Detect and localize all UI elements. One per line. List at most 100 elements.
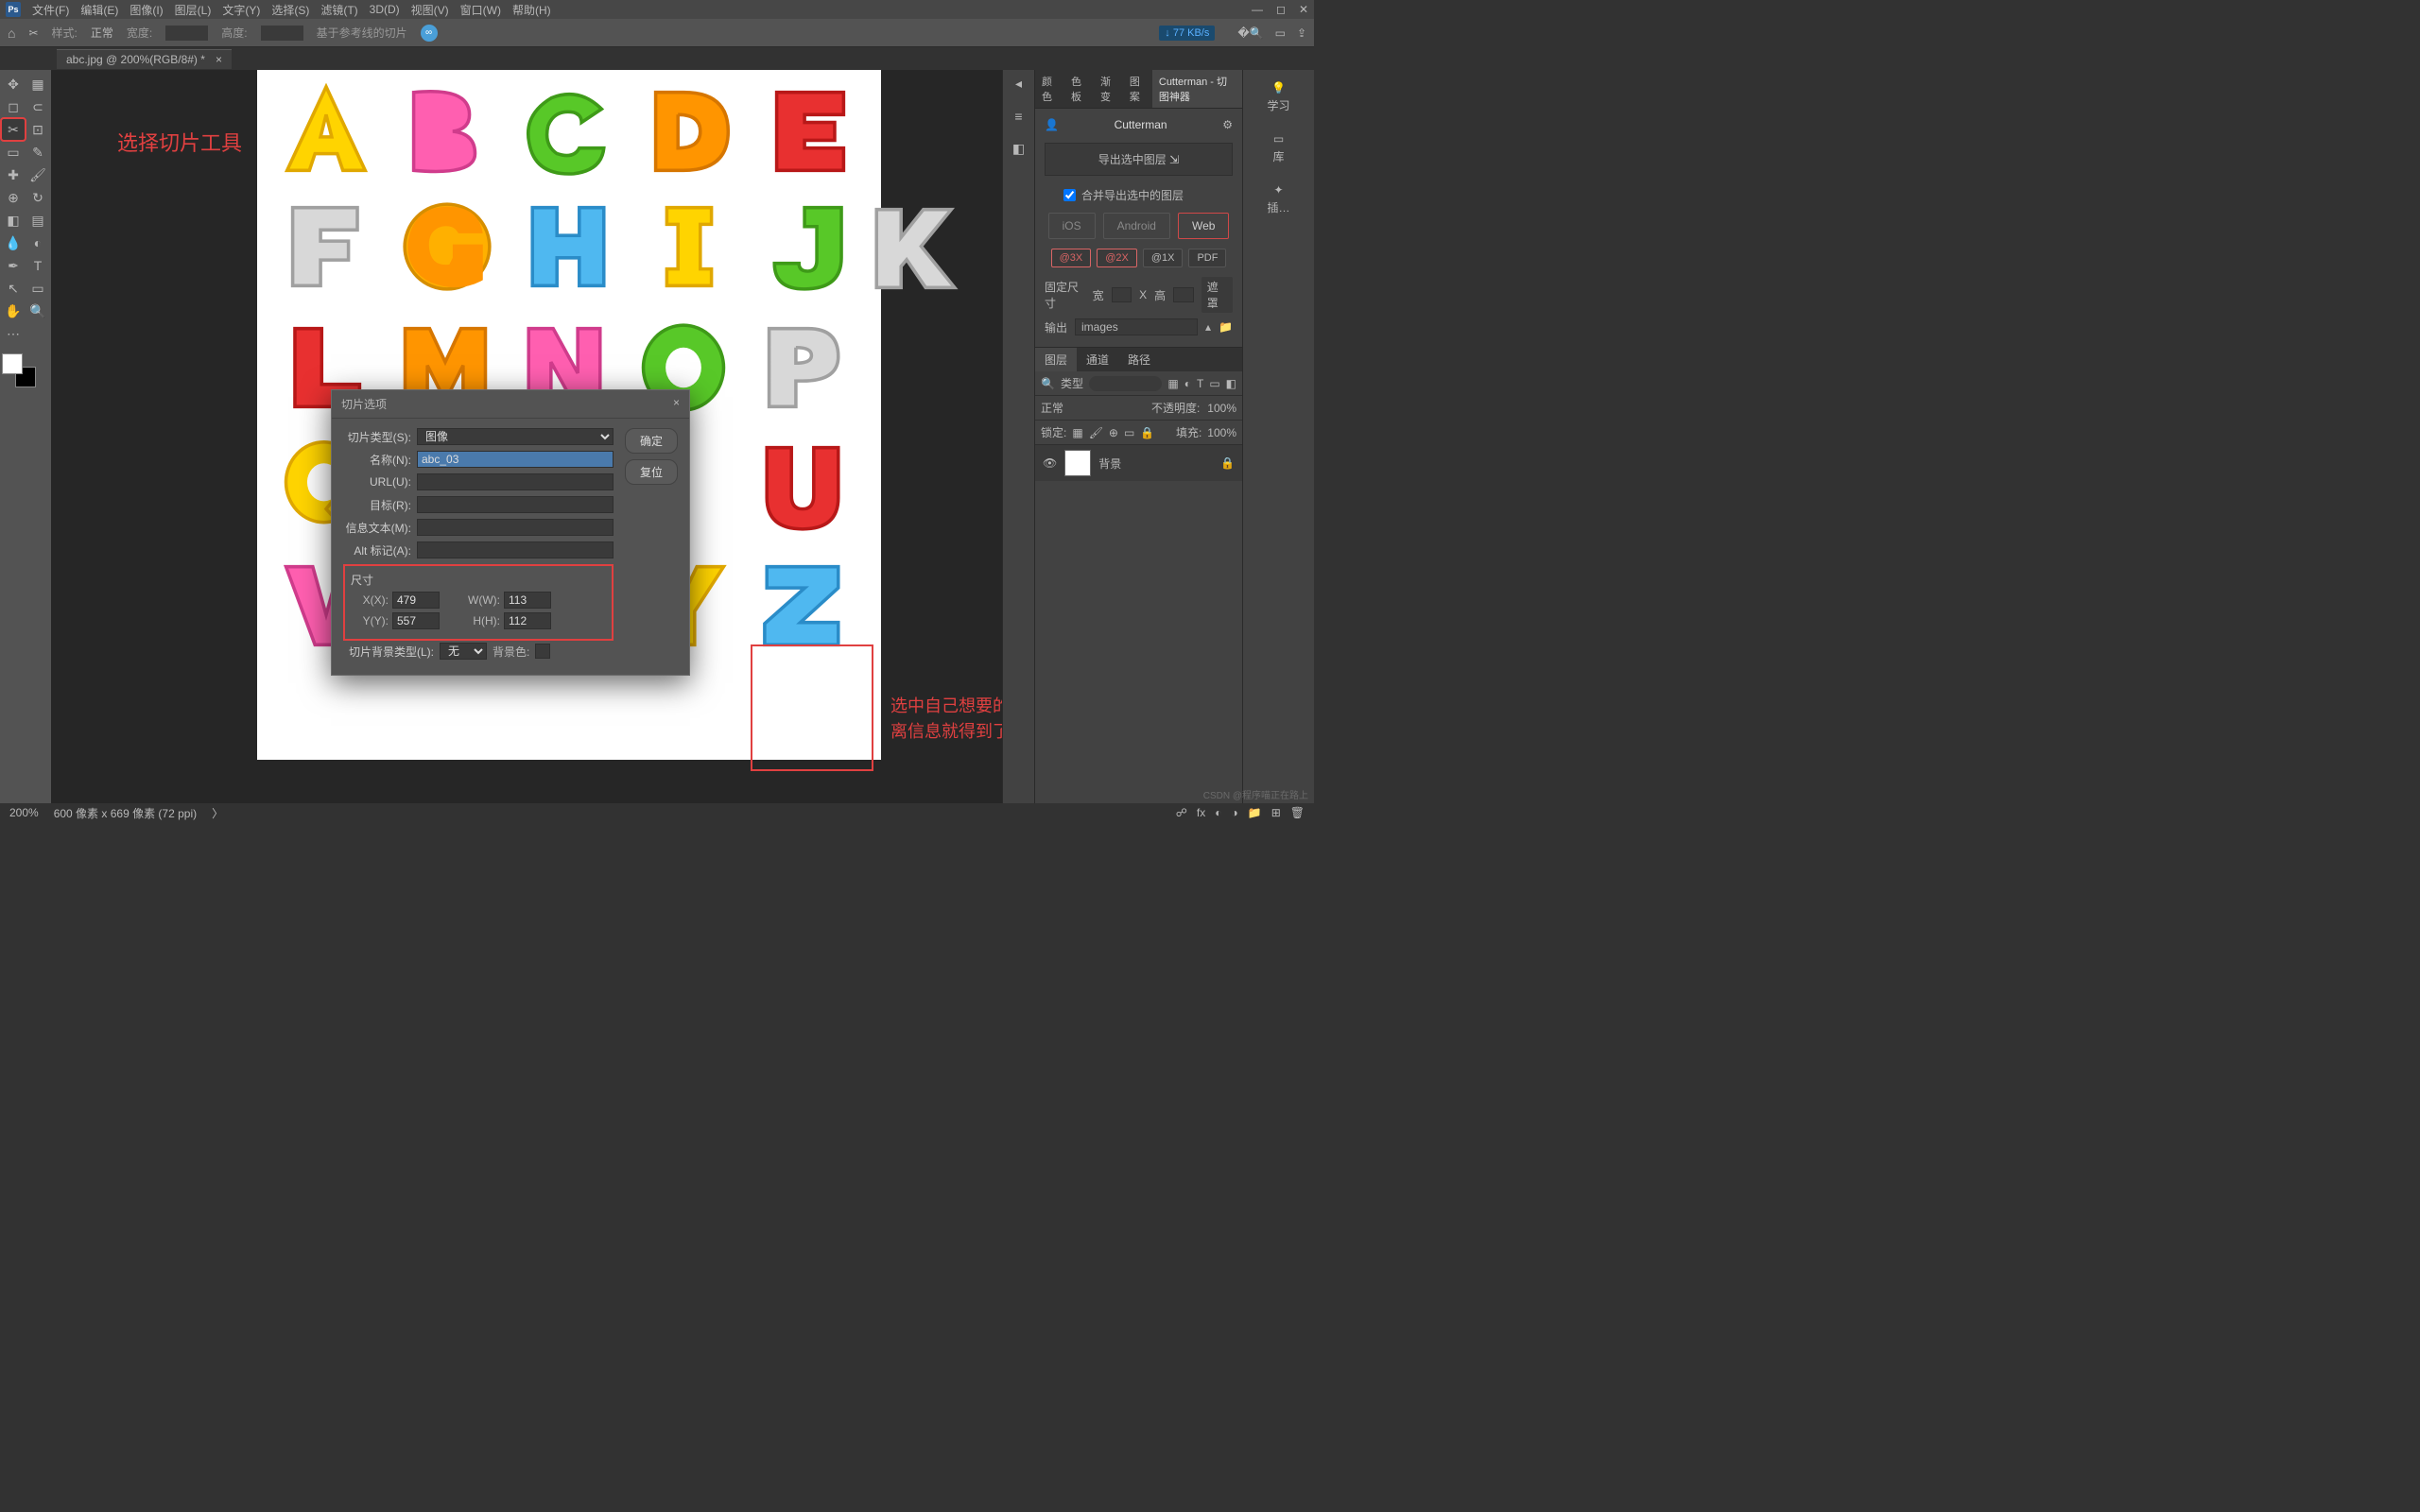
menu-edit[interactable]: 编辑(E) — [80, 2, 118, 18]
lock-artboard-icon[interactable]: ▭ — [1124, 426, 1134, 439]
slice-tool[interactable]: ✂ — [2, 119, 25, 140]
filter-shape-icon[interactable]: ▭ — [1209, 377, 1219, 390]
gradient-tool[interactable]: ▤ — [26, 210, 49, 231]
type-tool[interactable]: T — [26, 255, 49, 276]
tab-paths[interactable]: 路径 — [1118, 348, 1160, 371]
opacity-value[interactable]: 100% — [1207, 402, 1236, 415]
fixed-w-input[interactable] — [1112, 287, 1132, 302]
tab-channels[interactable]: 通道 — [1077, 348, 1118, 371]
filter-kind[interactable]: 类型 — [1061, 375, 1083, 391]
history-brush-tool[interactable]: ↻ — [26, 187, 49, 208]
search-icon[interactable]: 🔍 — [1041, 377, 1055, 390]
slice-message-input[interactable] — [417, 519, 614, 536]
home-icon[interactable]: ⌂ — [8, 26, 15, 41]
history-panel-icon[interactable]: ≡ — [1014, 109, 1022, 124]
search-icon[interactable]: �🔍 — [1237, 26, 1263, 40]
scale-2x[interactable]: @2X — [1097, 249, 1137, 267]
w-input[interactable] — [504, 592, 551, 609]
lock-all-icon[interactable]: 🔒 — [1140, 426, 1154, 439]
slice-type-select[interactable]: 图像 — [417, 428, 614, 445]
menu-file[interactable]: 文件(F) — [32, 2, 69, 18]
brush-tool[interactable]: 🖌 — [26, 164, 49, 185]
visibility-icon[interactable]: 👁 — [1043, 456, 1057, 470]
frame-tool[interactable]: ▭ — [2, 142, 25, 163]
reset-button[interactable]: 复位 — [625, 459, 678, 485]
menu-image[interactable]: 图像(I) — [130, 2, 163, 18]
lock-transparent-icon[interactable]: ▦ — [1072, 426, 1082, 439]
blend-mode[interactable]: 正常 — [1041, 400, 1063, 416]
style-value[interactable]: 正常 — [91, 25, 113, 41]
filter-pixel-icon[interactable]: ▦ — [1167, 377, 1178, 390]
slice-target-input[interactable] — [417, 496, 614, 513]
platform-ios[interactable]: iOS — [1048, 213, 1096, 239]
eyedropper-tool[interactable]: ✎ — [26, 142, 49, 163]
platform-web[interactable]: Web — [1178, 213, 1229, 239]
filter-smart-icon[interactable]: ◧ — [1226, 377, 1236, 390]
chevron-left-icon[interactable]: ◂ — [1015, 76, 1022, 92]
tab-pattern[interactable]: 图案 — [1123, 70, 1152, 108]
close-icon[interactable]: × — [216, 53, 222, 66]
artboard-tool[interactable]: ▦ — [26, 74, 49, 94]
layer-search-input[interactable] — [1089, 376, 1162, 391]
window-close-icon[interactable]: ✕ — [1299, 3, 1308, 16]
dialog-close-icon[interactable]: × — [673, 396, 680, 412]
slice-tool-icon[interactable]: ✂ — [28, 26, 38, 40]
y-input[interactable] — [392, 612, 440, 629]
menu-help[interactable]: 帮助(H) — [512, 2, 551, 18]
adjustment-icon[interactable]: ◑ — [1232, 806, 1238, 819]
bg-type-select[interactable]: 无 — [440, 643, 487, 660]
pen-tool[interactable]: ✒ — [2, 255, 25, 276]
window-restore-icon[interactable]: ◻ — [1276, 3, 1286, 16]
filter-type-icon[interactable]: T — [1197, 377, 1203, 390]
menu-type[interactable]: 文字(Y) — [222, 2, 260, 18]
slice-selection[interactable] — [751, 644, 873, 771]
lock-image-icon[interactable]: 🖌 — [1089, 426, 1103, 439]
export-button[interactable]: 导出选中图层 ⇲ — [1045, 143, 1233, 176]
x-input[interactable] — [392, 592, 440, 609]
library-button[interactable]: ▭库 — [1272, 132, 1284, 164]
properties-panel-icon[interactable]: ◧ — [1012, 141, 1025, 157]
output-path[interactable]: images — [1075, 318, 1198, 335]
fixed-h-input[interactable] — [1173, 287, 1194, 302]
scale-3x[interactable]: @3X — [1051, 249, 1092, 267]
menu-3d[interactable]: 3D(D) — [370, 3, 400, 16]
width-input[interactable] — [165, 26, 208, 41]
tab-cutterman[interactable]: Cutterman - 切图神器 — [1152, 70, 1242, 108]
guide-slice-button[interactable]: 基于参考线的切片 — [317, 25, 407, 41]
link-icon[interactable]: ☍ — [1176, 806, 1187, 819]
canvas-area[interactable]: 选择切片工具 选中自己想要的内容，然后双击，宽高和精灵图要移动的距离信息就得到了… — [51, 70, 1002, 803]
lock-position-icon[interactable]: ⊕ — [1109, 426, 1118, 439]
chevron-up-icon[interactable]: ▴ — [1205, 320, 1211, 334]
slice-alt-input[interactable] — [417, 541, 614, 558]
user-icon[interactable]: 👤 — [1045, 118, 1059, 131]
group-icon[interactable]: 📁 — [1248, 806, 1262, 819]
crop-tool[interactable]: ⊡ — [26, 119, 49, 140]
heal-tool[interactable]: ✚ — [2, 164, 25, 185]
dodge-tool[interactable]: ◐ — [26, 232, 49, 253]
plugin-button[interactable]: ✦插… — [1267, 183, 1289, 215]
cloud-icon[interactable]: ∞ — [421, 25, 438, 42]
ok-button[interactable]: 确定 — [625, 428, 678, 454]
menu-window[interactable]: 窗口(W) — [460, 2, 501, 18]
menu-view[interactable]: 视图(V) — [411, 2, 449, 18]
layer-background[interactable]: 👁 背景 🔒 — [1035, 445, 1242, 481]
edit-toolbar[interactable]: ⋯ — [2, 323, 25, 344]
filter-adjust-icon[interactable]: ◐ — [1184, 377, 1191, 390]
blur-tool[interactable]: 💧 — [2, 232, 25, 253]
slice-url-input[interactable] — [417, 473, 614, 490]
gear-icon[interactable]: ⚙ — [1222, 118, 1233, 131]
learn-button[interactable]: 💡学习 — [1267, 81, 1289, 113]
lasso-tool[interactable]: ⊂ — [26, 96, 49, 117]
fx-icon[interactable]: fx — [1197, 806, 1205, 819]
path-tool[interactable]: ↖ — [2, 278, 25, 299]
trash-icon[interactable]: 🗑 — [1290, 806, 1305, 819]
chevron-right-icon[interactable]: 〉 — [212, 805, 223, 821]
tab-layers[interactable]: 图层 — [1035, 348, 1077, 371]
tab-swatches[interactable]: 色板 — [1064, 70, 1094, 108]
workspace-icon[interactable]: ▭ — [1275, 26, 1286, 40]
slice-name-input[interactable] — [417, 451, 614, 468]
tab-gradient[interactable]: 渐变 — [1094, 70, 1123, 108]
zoom-level[interactable]: 200% — [9, 806, 39, 819]
merge-checkbox[interactable] — [1063, 189, 1076, 201]
color-swatch[interactable] — [2, 353, 36, 387]
